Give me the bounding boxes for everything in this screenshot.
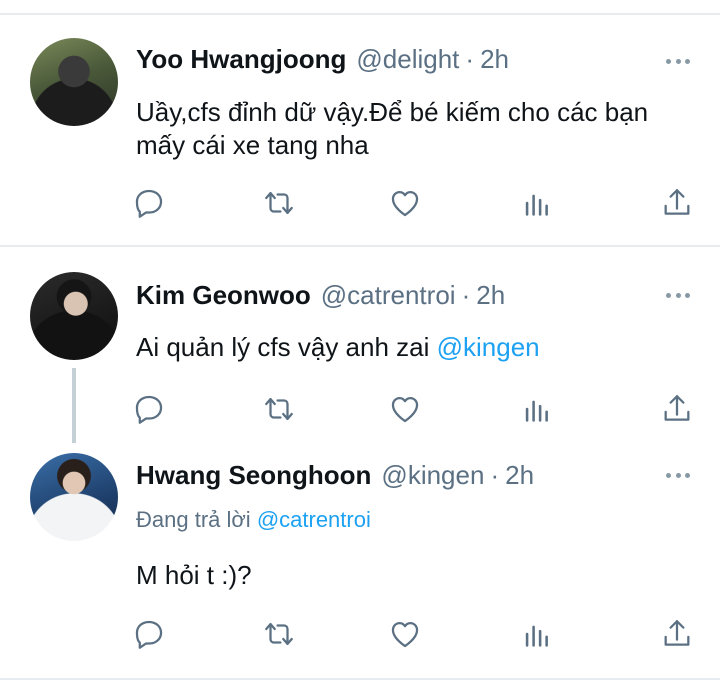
divider — [0, 245, 720, 247]
heart-icon[interactable] — [388, 617, 422, 651]
thread-connector — [72, 368, 76, 443]
analytics-icon[interactable] — [520, 392, 554, 426]
display-name[interactable]: Hwang Seonghoon — [136, 460, 371, 490]
analytics-icon[interactable] — [520, 617, 554, 651]
avatar[interactable] — [30, 38, 118, 126]
more-icon[interactable] — [666, 58, 690, 64]
mention-link[interactable]: @kingen — [437, 332, 540, 362]
timestamp[interactable]: 2h — [476, 280, 505, 310]
divider — [0, 678, 720, 680]
avatar[interactable] — [30, 272, 118, 360]
reply-icon[interactable] — [132, 617, 166, 651]
more-icon[interactable] — [666, 292, 690, 298]
separator: · — [461, 280, 471, 310]
more-icon[interactable] — [666, 472, 690, 478]
separator: · — [490, 460, 500, 490]
share-icon[interactable] — [660, 392, 694, 426]
tweet-text-content: Ai quản lý cfs vậy anh zai — [136, 332, 437, 362]
replying-label: Đang trả lời — [136, 507, 257, 532]
tweet-thread: Yoo Hwangjoong @delight · 2h Uầy,cfs đỉn… — [0, 0, 720, 690]
heart-icon[interactable] — [388, 186, 422, 220]
retweet-icon[interactable] — [262, 186, 296, 220]
user-handle[interactable]: @kingen — [381, 460, 484, 490]
avatar[interactable] — [30, 453, 118, 541]
reply-icon[interactable] — [132, 186, 166, 220]
tweet-header: Yoo Hwangjoong @delight · 2h — [136, 44, 509, 74]
action-bar — [0, 392, 720, 428]
retweet-icon[interactable] — [262, 617, 296, 651]
share-icon[interactable] — [660, 617, 694, 651]
timestamp[interactable]: 2h — [480, 44, 509, 74]
action-bar — [0, 186, 720, 222]
tweet-text: M hỏi t :)? — [136, 560, 252, 590]
replying-to: Đang trả lời @catrentroi — [136, 506, 371, 534]
display-name[interactable]: Yoo Hwangjoong — [136, 44, 346, 74]
share-icon[interactable] — [660, 186, 694, 220]
action-bar — [0, 617, 720, 653]
tweet-text: Uầy,cfs đỉnh dữ vậy.Để bé kiếm cho các b… — [136, 97, 649, 160]
tweet-header: Kim Geonwoo @catrentroi · 2h — [136, 280, 505, 310]
display-name[interactable]: Kim Geonwoo — [136, 280, 311, 310]
timestamp[interactable]: 2h — [505, 460, 534, 490]
separator: · — [465, 44, 475, 74]
reply-icon[interactable] — [132, 392, 166, 426]
analytics-icon[interactable] — [520, 186, 554, 220]
user-handle[interactable]: @catrentroi — [321, 280, 456, 310]
replying-mention-link[interactable]: @catrentroi — [257, 507, 371, 532]
divider — [0, 13, 720, 15]
user-handle[interactable]: @delight — [356, 44, 459, 74]
tweet-header: Hwang Seonghoon @kingen · 2h — [136, 460, 534, 490]
retweet-icon[interactable] — [262, 392, 296, 426]
heart-icon[interactable] — [388, 392, 422, 426]
tweet-text: Ai quản lý cfs vậy anh zai @kingen — [136, 331, 696, 364]
